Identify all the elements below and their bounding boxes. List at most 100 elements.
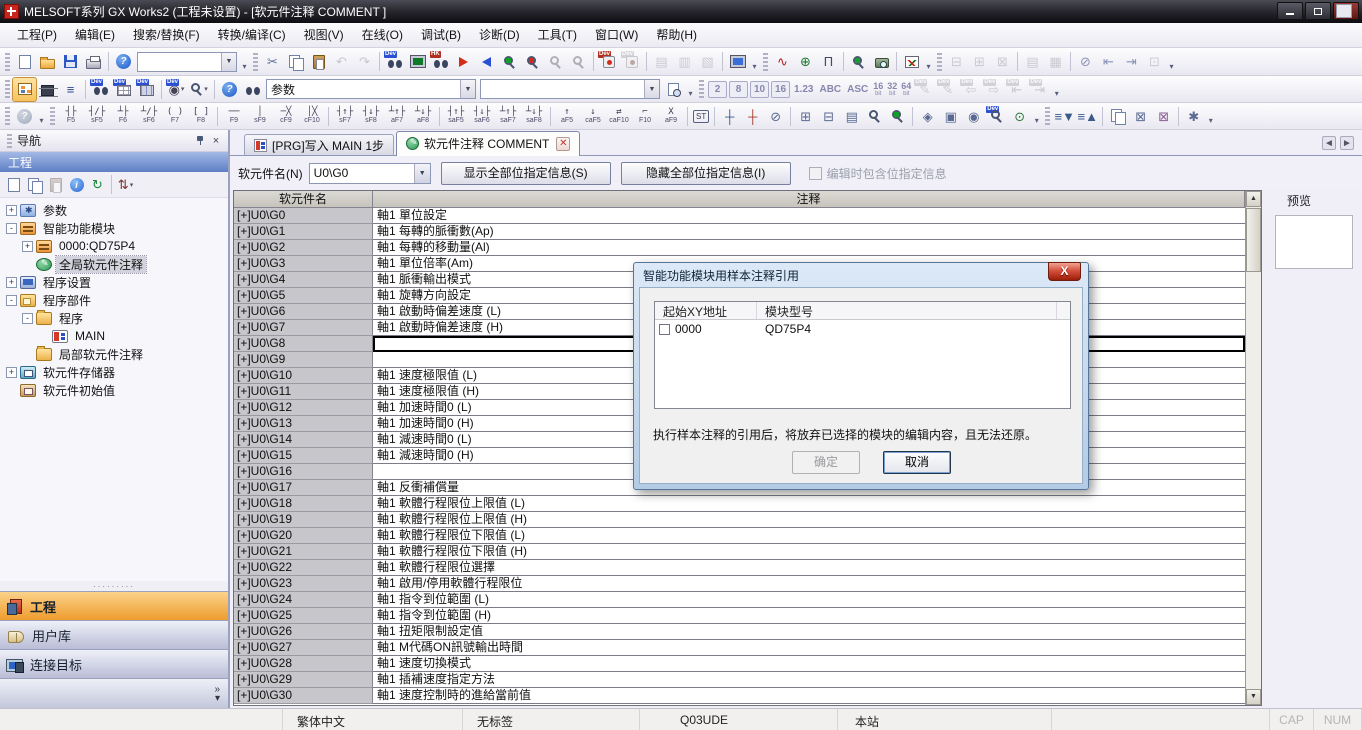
ladder-application-instruction-button[interactable]: [ ]F8	[188, 104, 214, 128]
nav-view-button-0[interactable]: 工程	[0, 591, 228, 620]
nav-view-button-2[interactable]: 连接目标	[0, 649, 228, 678]
comment-cell[interactable]: 軸1 軟體行程限位上限值 (H)	[373, 512, 1245, 528]
dropdown-arrow-icon[interactable]: ▼	[644, 80, 659, 98]
ladder-rising-pulse-button[interactable]: ┤↑├sF7	[332, 104, 358, 128]
toolbar-grip[interactable]	[50, 107, 55, 125]
dropdown-arrow-icon[interactable]: ▼	[221, 53, 236, 71]
comment-cell[interactable]: 軸1 每轉的移動量(Al)	[373, 240, 1245, 256]
ladder-draw-line-button[interactable]: ⌐F10	[632, 104, 658, 128]
nav-splitter[interactable]: ·········	[0, 581, 228, 591]
device-replace-icon[interactable]: HK	[429, 50, 452, 73]
help2-icon[interactable]	[218, 78, 241, 101]
help-icon[interactable]	[112, 50, 135, 73]
ladder-operation-result-button[interactable]: ⇄caF10	[606, 104, 632, 128]
copy-data-icon[interactable]	[24, 174, 45, 195]
document-tab-1[interactable]: 软元件注释 COMMENT✕	[396, 131, 580, 156]
comment-cell[interactable]: 軸1 軟體行程限位下限值 (L)	[373, 528, 1245, 544]
maximize-button[interactable]	[1305, 2, 1331, 20]
quick-access-combo[interactable]: ▼	[137, 52, 237, 72]
ladder-falling-pulse-button[interactable]: ┤↓├sF8	[358, 104, 384, 128]
ladder-invert-result-button[interactable]: ↑aF5	[554, 104, 580, 128]
row-delete-icon[interactable]: ≡▲	[1076, 105, 1099, 128]
dropdown-arrow-icon[interactable]: ▼	[414, 164, 430, 183]
tc-setting-icon[interactable]: ◈	[916, 105, 939, 128]
collapse-icon[interactable]: -	[6, 223, 17, 234]
watch-window-icon[interactable]: Dev	[985, 105, 1008, 128]
comment-cell[interactable]: 軸1 啟用/停用軟體行程限位	[373, 576, 1245, 592]
menu-item-8[interactable]: 工具(T)	[529, 25, 586, 46]
device-name-cell[interactable]: [+]U0\G30	[234, 688, 373, 704]
comment-delete-icon[interactable]: ⊠	[1152, 105, 1175, 128]
nav-close-icon[interactable]: ×	[208, 133, 224, 148]
sheet-copy-icon[interactable]	[1106, 105, 1129, 128]
ladder-open-branch-button[interactable]: ┴├F6	[110, 104, 136, 128]
menu-item-5[interactable]: 在线(O)	[353, 25, 412, 46]
device-name-combo[interactable]: U0\G0 ▼	[309, 163, 431, 184]
device-name-cell[interactable]: [+]U0\G5	[234, 288, 373, 304]
ladder-convert-pulse-button[interactable]: ↓caF5	[580, 104, 606, 128]
rung-block-delete-icon[interactable]: ⊟	[817, 105, 840, 128]
device-test-icon[interactable]: ▣	[939, 105, 962, 128]
expand-icon[interactable]: +	[6, 277, 17, 288]
monitor-find-icon[interactable]	[406, 50, 429, 73]
toolbar-overflow-icon[interactable]: ▾	[239, 51, 250, 73]
device-batch-icon[interactable]: Dev	[135, 78, 158, 101]
comment-cell[interactable]: 軸1 單位設定	[373, 208, 1245, 224]
ladder-falling-pulse-close-button[interactable]: ┤⇓├saF6	[469, 104, 495, 128]
inline-st-icon[interactable]: ST	[693, 110, 709, 123]
circuit-trace-icon[interactable]: ∿	[771, 50, 794, 73]
tree-item-9[interactable]: +软元件存储器	[0, 363, 228, 381]
comment-cell[interactable]: 軸1 軟體行程限位下限值 (H)	[373, 544, 1245, 560]
refresh-icon[interactable]: ↻	[87, 174, 108, 195]
find-coil-icon[interactable]	[886, 105, 909, 128]
ladder-open-contact-button[interactable]: ┤├F5	[58, 104, 84, 128]
function-block-icon[interactable]	[36, 78, 59, 101]
nav-drag-handle[interactable]	[7, 134, 12, 148]
paste-icon[interactable]	[307, 50, 330, 73]
save-project-icon[interactable]	[59, 50, 82, 73]
device-name-cell[interactable]: [+]U0\G12	[234, 400, 373, 416]
coil-erase-icon[interactable]: ⊘	[764, 105, 787, 128]
plc-write-icon[interactable]	[452, 50, 475, 73]
device-name-cell[interactable]: [+]U0\G28	[234, 656, 373, 672]
ladder-falling-pulse-branch-button[interactable]: ┴↓├aF8	[410, 104, 436, 128]
window-select-combo[interactable]: 参数▼	[266, 79, 476, 99]
find-binoculars-icon[interactable]	[241, 78, 264, 101]
show-bit-info-button[interactable]: 显示全部位指定信息(S)	[441, 162, 611, 185]
menu-item-1[interactable]: 编辑(E)	[66, 25, 124, 46]
scroll-down-icon[interactable]: ▼	[1246, 689, 1261, 705]
device-name-cell[interactable]: [+]U0\G22	[234, 560, 373, 576]
device-search-icon[interactable]: ▾	[188, 78, 211, 101]
device-name-cell[interactable]: [+]U0\G21	[234, 544, 373, 560]
device-name-cell[interactable]: [+]U0\G4	[234, 272, 373, 288]
ladder-vertical-line-button[interactable]: │sF9	[247, 104, 273, 128]
nav-chevron[interactable]: » ▾	[0, 678, 228, 708]
module-list-row[interactable]: 0000 QD75P4	[655, 320, 1070, 338]
device-name-cell[interactable]: [+]U0\G3	[234, 256, 373, 272]
list-mode-icon[interactable]: ≡	[59, 78, 82, 101]
comment-cell[interactable]: 軸1 指令到位範圍 (H)	[373, 608, 1245, 624]
device-name-cell[interactable]: [+]U0\G6	[234, 304, 373, 320]
tab-scroll-left-icon[interactable]: ◄	[1322, 136, 1336, 150]
device-name-cell[interactable]: [+]U0\G26	[234, 624, 373, 640]
second-combo[interactable]: ▼	[480, 79, 660, 99]
device-name-cell[interactable]: [+]U0\G2	[234, 240, 373, 256]
scrollbar-thumb[interactable]	[1246, 208, 1261, 272]
device-name-cell[interactable]: [+]U0\G27	[234, 640, 373, 656]
monitor-stop-icon[interactable]	[521, 50, 544, 73]
trend-graph-icon[interactable]	[900, 50, 923, 73]
sampling-trace-icon[interactable]: Π	[817, 50, 840, 73]
minimize-button[interactable]	[1277, 2, 1303, 20]
new-data-icon[interactable]	[3, 174, 24, 195]
tab-scroll-right-icon[interactable]: ►	[1340, 136, 1354, 150]
option-icon[interactable]: ✱	[1182, 105, 1205, 128]
comment-cell[interactable]: 軸1 軟體行程限位上限值 (L)	[373, 496, 1245, 512]
module-checkbox[interactable]	[659, 324, 670, 335]
tree-item-0[interactable]: +参数	[0, 201, 228, 219]
device-grid-icon[interactable]: Dev	[112, 78, 135, 101]
statement-list-icon[interactable]: ▤	[840, 105, 863, 128]
dialog-close-icon[interactable]: X	[1048, 262, 1081, 281]
pin-icon[interactable]	[192, 133, 208, 148]
toolbar-overflow-icon[interactable]: ▾	[1205, 105, 1216, 127]
new-project-icon[interactable]	[13, 50, 36, 73]
